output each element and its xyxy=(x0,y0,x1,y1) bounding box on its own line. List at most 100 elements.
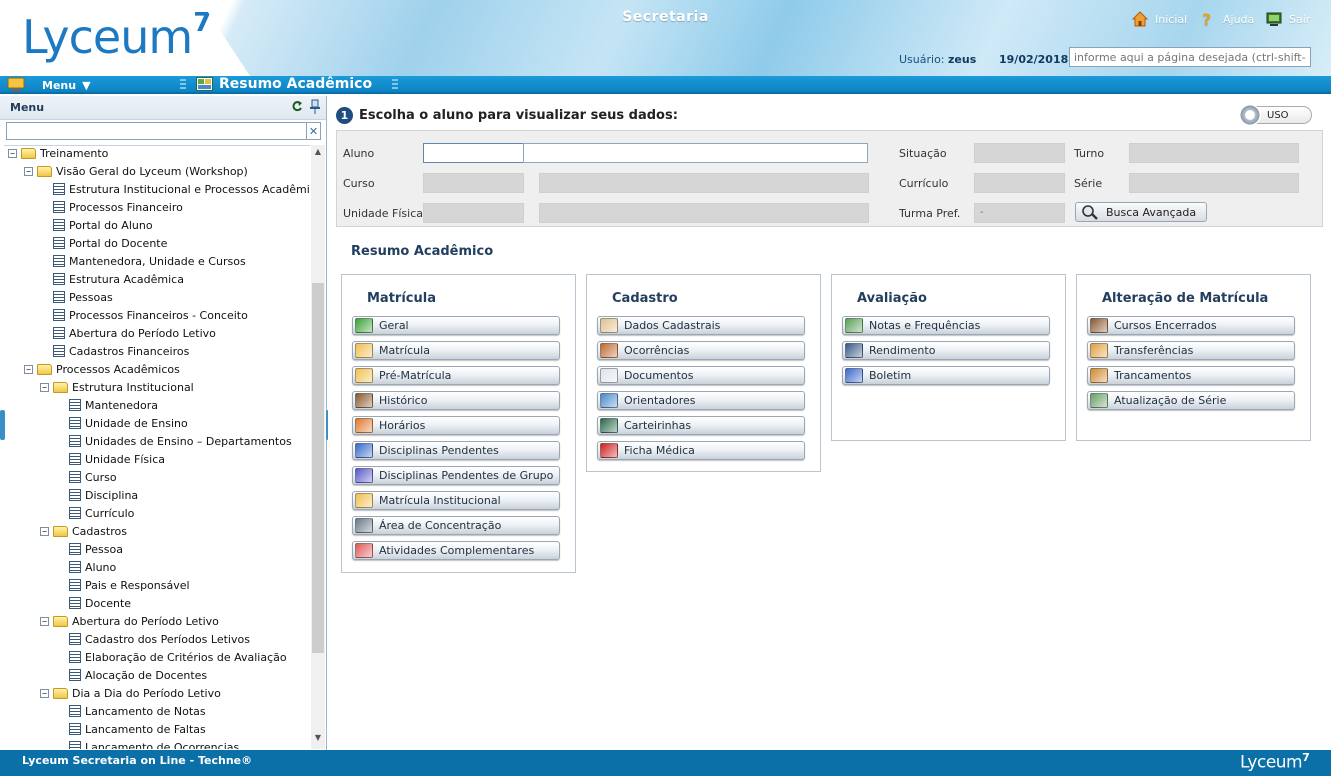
resumo-button[interactable]: Histórico xyxy=(352,391,560,410)
tree-item[interactable]: Portal do Aluno xyxy=(40,216,153,234)
home-link-label: Inicial xyxy=(1155,12,1188,26)
collapse-left-handle[interactable] xyxy=(0,410,5,440)
resumo-button[interactable]: Disciplinas Pendentes xyxy=(352,441,560,460)
resumo-button[interactable]: Horários xyxy=(352,416,560,435)
book-blue-icon xyxy=(355,443,373,458)
tree-item[interactable]: Docente xyxy=(56,594,131,612)
scroll-down-icon[interactable]: ▼ xyxy=(312,733,324,745)
tree-item[interactable]: Portal do Docente xyxy=(40,234,167,252)
pin-icon[interactable] xyxy=(309,99,321,114)
aluno-code-input[interactable] xyxy=(423,143,524,163)
collapse-toggle-icon[interactable]: − xyxy=(8,148,17,158)
tree-item[interactable]: Elaboração de Critérios de Avaliação xyxy=(56,648,287,666)
tree-scrollbar[interactable]: ▲ ▼ xyxy=(311,145,325,749)
tree-item[interactable]: Currículo xyxy=(56,504,134,522)
tree-item[interactable]: Pessoa xyxy=(56,540,123,558)
tree-item[interactable]: Estrutura Acadêmica xyxy=(40,270,184,288)
resumo-button[interactable]: Geral xyxy=(352,316,560,335)
page-search-input[interactable] xyxy=(1069,47,1311,67)
tree-item[interactable]: Cadastros Financeiros xyxy=(40,342,189,360)
collapse-toggle-icon[interactable]: − xyxy=(40,526,49,536)
tree-item[interactable]: Estrutura Institucional e Processos Acad… xyxy=(40,180,310,198)
situacao-field xyxy=(974,143,1065,163)
scroll-up-icon[interactable]: ▲ xyxy=(312,147,324,159)
tree-item[interactable]: Lancamento de Faltas xyxy=(56,720,206,738)
menu-dropdown-button[interactable]: Menu ▼ xyxy=(6,77,91,93)
resumo-button[interactable]: Matrícula xyxy=(352,341,560,360)
tree-item[interactable]: Disciplina xyxy=(56,486,138,504)
resumo-button[interactable]: Dados Cadastrais xyxy=(597,316,805,335)
resumo-button[interactable]: Área de Concentração xyxy=(352,516,560,535)
collapse-toggle-icon[interactable]: − xyxy=(40,616,49,626)
tree-item[interactable]: Aluno xyxy=(56,558,116,576)
tree-folder[interactable]: − Processos Acadêmicos xyxy=(24,360,180,378)
tree-item[interactable]: Alocação de Docentes xyxy=(56,666,207,684)
people-icon xyxy=(600,393,618,408)
resumo-button[interactable]: Orientadores xyxy=(597,391,805,410)
resumo-button[interactable]: Atualização de Série xyxy=(1087,391,1295,410)
tree-item[interactable]: Unidade de Ensino xyxy=(56,414,188,432)
tree-item[interactable]: Processos Financeiros - Conceito xyxy=(40,306,248,324)
tree-item[interactable]: Mantenedora xyxy=(56,396,158,414)
tree-item[interactable]: Lancamento de Ocorrencias xyxy=(56,738,239,749)
resumo-button[interactable]: Trancamentos xyxy=(1087,366,1295,385)
chart-icon xyxy=(845,343,863,358)
clear-search-icon[interactable]: ✕ xyxy=(307,122,321,140)
grip-handle[interactable] xyxy=(180,79,186,91)
resumo-button[interactable]: Rendimento xyxy=(842,341,1050,360)
tree-item[interactable]: Curso xyxy=(56,468,117,486)
activity-icon xyxy=(355,543,373,558)
tree-label: Unidades de Ensino – Departamentos xyxy=(85,434,292,448)
tree-item[interactable]: Mantenedora, Unidade e Cursos xyxy=(40,252,246,270)
tree-item[interactable]: Abertura do Período Letivo xyxy=(40,324,216,342)
busca-avancada-button[interactable]: Busca Avançada xyxy=(1075,202,1207,222)
tree-folder[interactable]: − Abertura do Período Letivo xyxy=(40,612,219,630)
resumo-button[interactable]: Cursos Encerrados xyxy=(1087,316,1295,335)
resumo-button[interactable]: Boletim xyxy=(842,366,1050,385)
turno-field xyxy=(1129,143,1299,163)
resumo-button[interactable]: Disciplinas Pendentes de Grupo xyxy=(352,466,560,485)
tree-item[interactable]: Pais e Responsável xyxy=(56,576,190,594)
tree-item[interactable]: Cadastro dos Períodos Letivos xyxy=(56,630,250,648)
tree-folder[interactable]: − Visão Geral do Lyceum (Workshop) xyxy=(24,162,248,180)
resumo-button[interactable]: Matrícula Institucional xyxy=(352,491,560,510)
sidebar-search-input[interactable] xyxy=(6,122,307,140)
help-link[interactable]: ? Ajuda xyxy=(1199,10,1254,28)
collapse-toggle-icon[interactable]: − xyxy=(24,166,33,176)
uso-button[interactable]: USO xyxy=(1239,104,1312,126)
resumo-button[interactable]: Ocorrências xyxy=(597,341,805,360)
scroll-thumb[interactable] xyxy=(312,283,324,653)
resumo-button[interactable]: Notas e Frequências xyxy=(842,316,1050,335)
collapse-toggle-icon[interactable]: − xyxy=(40,382,49,392)
resumo-button-label: Trancamentos xyxy=(1114,369,1192,382)
resumo-button[interactable]: Atividades Complementares xyxy=(352,541,560,560)
tree-folder[interactable]: − Treinamento xyxy=(8,146,109,162)
resumo-button[interactable]: Transferências xyxy=(1087,341,1295,360)
aluno-label: Aluno xyxy=(343,147,375,160)
resumo-button[interactable]: Documentos xyxy=(597,366,805,385)
resumo-button[interactable]: Ficha Médica xyxy=(597,441,805,460)
tree-item[interactable]: Unidade Física xyxy=(56,450,165,468)
tree-label: Treinamento xyxy=(40,146,109,160)
exit-link[interactable]: Sair xyxy=(1265,10,1310,28)
grip-handle[interactable] xyxy=(392,79,398,91)
tree-label: Alocação de Docentes xyxy=(85,668,208,682)
tree-item[interactable]: Lancamento de Notas xyxy=(56,702,206,720)
tree-folder[interactable]: − Estrutura Institucional xyxy=(40,378,194,396)
tree-folder[interactable]: − Cadastros xyxy=(40,522,127,540)
document-icon xyxy=(53,183,65,195)
aluno-name-input[interactable] xyxy=(523,143,868,163)
tree-item[interactable]: Processos Financeiro xyxy=(40,198,183,216)
tree-folder[interactable]: − Dia a Dia do Período Letivo xyxy=(40,684,221,702)
home-link[interactable]: Inicial xyxy=(1131,10,1187,28)
resumo-button[interactable]: Pré-Matrícula xyxy=(352,366,560,385)
collapse-toggle-icon[interactable]: − xyxy=(24,364,33,374)
document-icon xyxy=(53,255,65,267)
sidebar-header: Menu xyxy=(0,96,326,120)
refresh-icon[interactable] xyxy=(291,100,303,113)
resumo-button[interactable]: Carteirinhas xyxy=(597,416,805,435)
tree-item[interactable]: Pessoas xyxy=(40,288,113,306)
tree-item[interactable]: Unidades de Ensino – Departamentos xyxy=(56,432,292,450)
collapse-toggle-icon[interactable]: − xyxy=(40,688,49,698)
tree-label: Pais e Responsável xyxy=(85,578,190,592)
